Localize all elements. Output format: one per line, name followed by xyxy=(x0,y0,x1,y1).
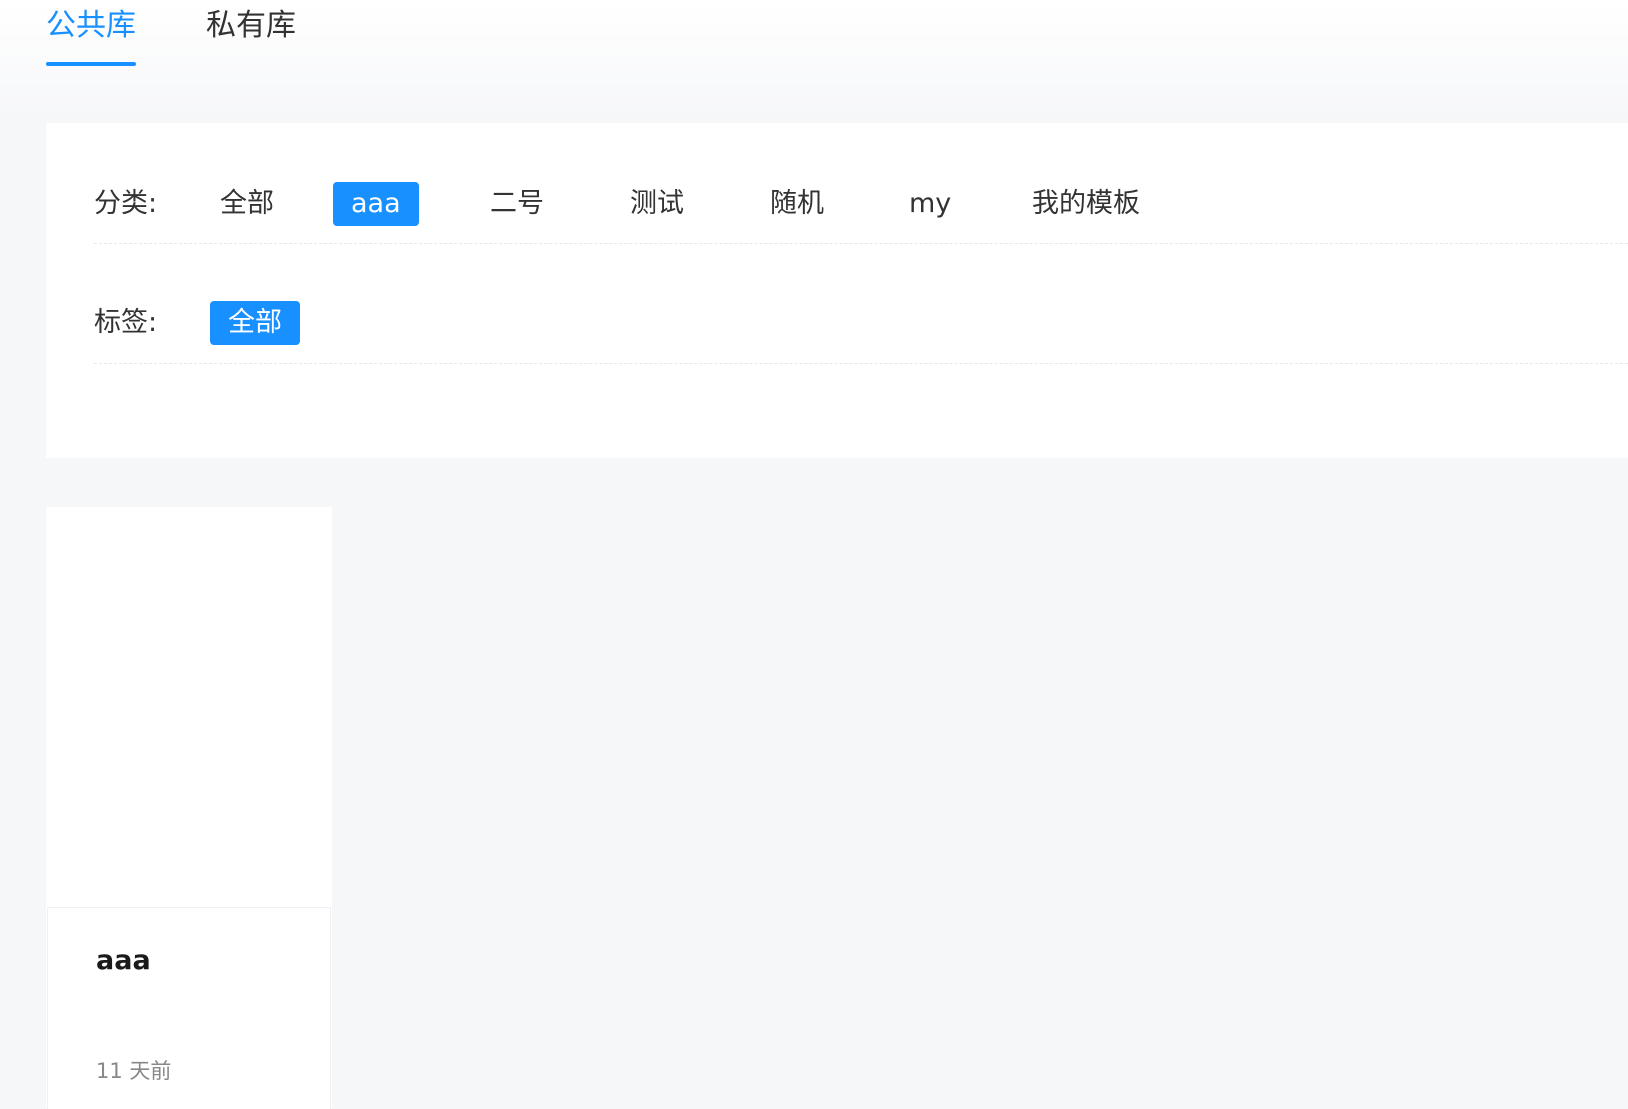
tag-filter-label: 标签: xyxy=(94,307,158,338)
template-title: aaa xyxy=(96,945,151,976)
category-option-aaa[interactable]: aaa xyxy=(333,182,419,226)
category-option-test[interactable]: 测试 xyxy=(612,182,702,226)
category-option-two[interactable]: 二号 xyxy=(472,182,562,226)
active-tab-indicator xyxy=(46,62,136,66)
tab-private-library[interactable]: 私有库 xyxy=(206,6,296,46)
category-filter-row: 分类: 全部 aaa 二号 测试 随机 my 我的模板 xyxy=(94,123,1628,244)
category-filter-label: 分类: xyxy=(94,188,158,219)
tab-public-library[interactable]: 公共库 xyxy=(46,6,136,66)
category-option-random[interactable]: 随机 xyxy=(752,182,842,226)
library-tabs: 公共库 私有库 xyxy=(0,0,1628,120)
template-card[interactable]: aaa 11 天前 xyxy=(46,507,332,1109)
template-thumbnail xyxy=(46,507,332,907)
template-card-body: aaa 11 天前 xyxy=(47,907,331,1109)
category-option-my-templates[interactable]: 我的模板 xyxy=(1014,182,1158,226)
category-option-my[interactable]: my xyxy=(891,182,969,226)
tag-option-all[interactable]: 全部 xyxy=(210,301,300,345)
filter-panel: 分类: 全部 aaa 二号 测试 随机 my 我的模板 标签: 全部 xyxy=(46,123,1628,458)
tab-private-library-label: 私有库 xyxy=(206,8,296,43)
category-option-all[interactable]: 全部 xyxy=(202,182,292,226)
tab-public-library-label: 公共库 xyxy=(46,8,136,43)
template-updated-time: 11 天前 xyxy=(96,1059,172,1083)
tag-filter-row: 标签: 全部 xyxy=(94,243,1628,364)
